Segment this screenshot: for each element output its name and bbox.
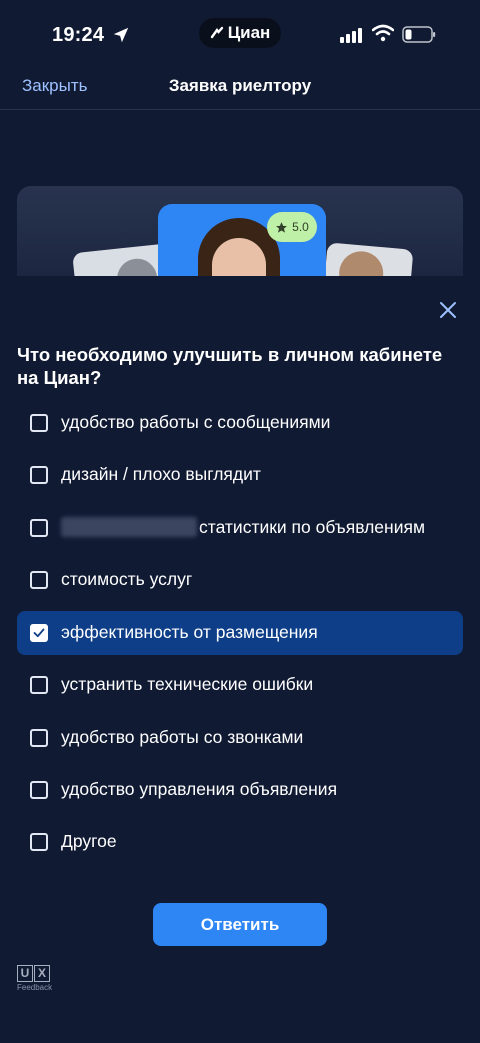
survey-option-selected[interactable]: эффективность от размещения: [17, 611, 463, 655]
app-name: Циан: [227, 23, 271, 42]
checkbox[interactable]: [30, 676, 48, 694]
option-label: устранить технические ошибки: [61, 674, 314, 694]
checkbox[interactable]: [30, 519, 48, 537]
checkbox[interactable]: [30, 466, 48, 484]
option-label: Другое: [61, 831, 117, 851]
location-arrow-icon: [113, 27, 129, 43]
rating-value: 5.0: [292, 220, 309, 234]
ux-logo-letter: X: [34, 965, 50, 982]
checkbox[interactable]: [30, 833, 48, 851]
cellular-signal-icon: [340, 28, 362, 43]
survey-question: Что необходимо улучшить в личном кабинет…: [17, 344, 443, 388]
option-label-obscured: статистики по объявлениям: [61, 517, 425, 538]
option-label: удобство работы со звонками: [61, 727, 304, 747]
checkbox[interactable]: [30, 571, 48, 589]
cian-logo-icon: [210, 26, 223, 39]
checkbox[interactable]: [30, 781, 48, 799]
option-label: дизайн / плохо выглядит: [61, 464, 261, 484]
option-label: удобство управления объявления: [61, 779, 338, 799]
back-to-app-pill[interactable]: Циан: [199, 18, 281, 48]
nav-bar: Заявка риелтору Закрыть: [0, 70, 480, 110]
blurred-text: [61, 517, 197, 537]
close-button[interactable]: Закрыть: [22, 76, 87, 96]
rating-badge: 5.0: [267, 212, 317, 242]
realtor-banner: 5.0: [17, 186, 463, 276]
ux-logo-letter: U: [17, 965, 33, 982]
option-label-text: статистики по объявлениям: [199, 517, 425, 537]
star-icon: [276, 221, 288, 233]
survey-option[interactable]: устранить технические ошибки: [17, 663, 463, 707]
checkbox[interactable]: [30, 414, 48, 432]
checkbox[interactable]: [30, 729, 48, 747]
survey-sheet: Что необходимо улучшить в личном кабинет…: [0, 276, 480, 1043]
checkbox-checked[interactable]: [30, 624, 48, 642]
close-icon[interactable]: [438, 300, 458, 320]
survey-option[interactable]: Другое: [17, 820, 463, 864]
ux-feedback-logo: U X Feedback: [17, 965, 52, 992]
status-time: 19:24: [52, 24, 105, 46]
survey-option[interactable]: удобство работы с сообщениями: [17, 401, 463, 445]
survey-option[interactable]: удобство работы со звонками: [17, 716, 463, 760]
survey-option[interactable]: статистики по объявлениям: [17, 506, 463, 550]
realtor-photo-card: [322, 242, 414, 276]
checkmark-icon: [33, 628, 45, 638]
survey-option[interactable]: удобство управления объявления: [17, 768, 463, 812]
option-label: эффективность от размещения: [61, 622, 318, 642]
survey-option[interactable]: дизайн / плохо выглядит: [17, 453, 463, 497]
submit-button[interactable]: Ответить: [153, 903, 327, 946]
option-label: удобство работы с сообщениями: [61, 412, 331, 432]
battery-icon: [402, 26, 436, 43]
status-bar: 19:24 Циан: [0, 0, 480, 70]
option-label: стоимость услуг: [61, 569, 193, 589]
ux-logo-caption: Feedback: [17, 983, 53, 992]
survey-option[interactable]: стоимость услуг: [17, 558, 463, 602]
wifi-icon: [372, 24, 394, 42]
